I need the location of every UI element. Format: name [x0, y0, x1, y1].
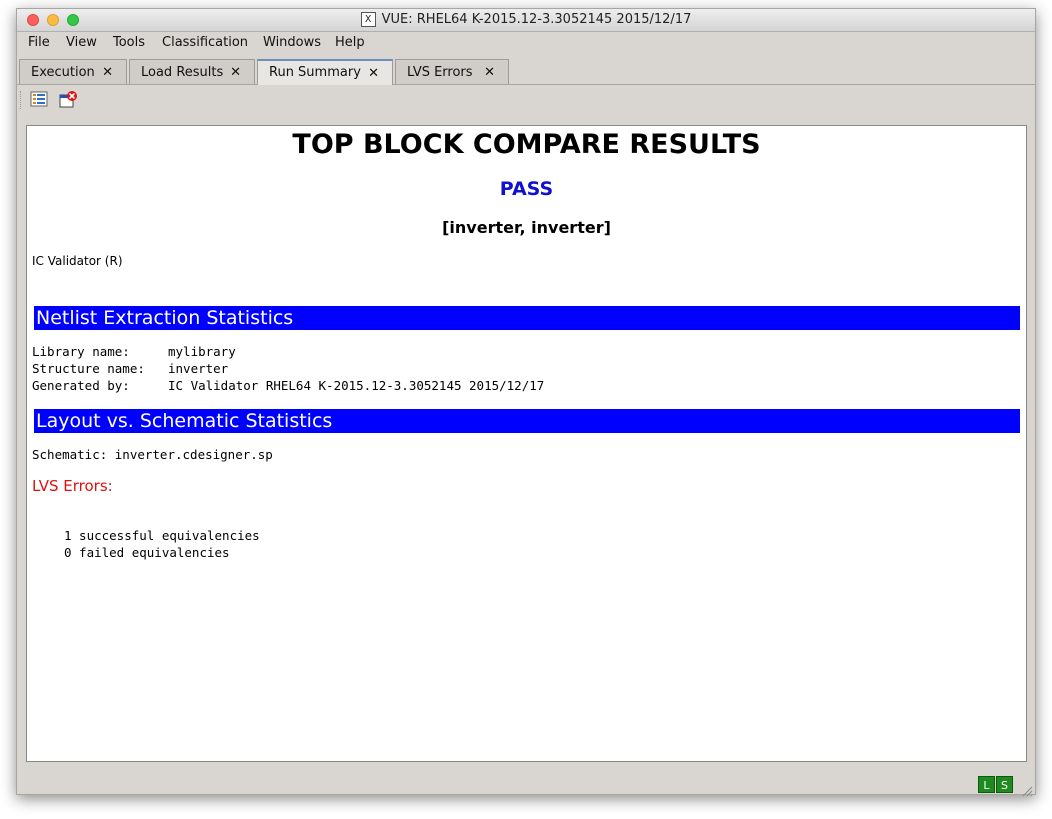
resize-grip-icon[interactable]: [1021, 782, 1033, 797]
close-icon[interactable]: ✕: [368, 66, 379, 81]
schematic-file: Schematic: inverter.cdesigner.sp: [32, 447, 273, 462]
netlist-section-heading: Netlist Extraction Statistics: [34, 306, 1020, 330]
tab-load-results[interactable]: Load Results ✕: [129, 59, 255, 84]
generated-by-value: IC Validator RHEL64 K-2015.12-3.3052145 …: [168, 378, 545, 393]
list-icon[interactable]: [30, 90, 50, 110]
tab-execution[interactable]: Execution ✕: [19, 59, 127, 84]
menu-tools[interactable]: Tools: [113, 35, 145, 50]
tab-label: Run Summary: [269, 65, 361, 80]
page-title: TOP BLOCK COMPARE RESULTS: [292, 129, 761, 160]
lvs-section-heading: Layout vs. Schematic Statistics: [34, 409, 1020, 433]
menu-classification[interactable]: Classification: [162, 35, 248, 50]
structure-name-label: Structure name:: [32, 361, 145, 376]
menu-windows[interactable]: Windows: [263, 35, 321, 50]
library-name-label: Library name:: [32, 344, 130, 359]
pass-status: PASS: [499, 178, 554, 200]
title-bar: X VUE: RHEL64 K-2015.12-3.3052145 2015/12…: [17, 9, 1035, 32]
x11-icon: X: [360, 12, 376, 27]
tab-label: LVS Errors: [407, 65, 473, 80]
structure-name-value: inverter: [168, 361, 229, 376]
tab-bar: Execution ✕ Load Results ✕ Run Summary ✕…: [17, 57, 1035, 85]
tool-name: IC Validator (R): [32, 254, 123, 268]
close-icon[interactable]: ✕: [484, 65, 495, 80]
tab-label: Execution: [31, 65, 95, 80]
status-indicator-l: L: [978, 776, 995, 793]
library-name-value: mylibrary: [168, 344, 236, 359]
menu-view[interactable]: View: [66, 35, 97, 50]
failed-equivalencies: 0 failed equivalencies: [64, 545, 230, 560]
compared-cells: [inverter, inverter]: [442, 218, 611, 237]
close-icon[interactable]: ✕: [102, 65, 113, 80]
tab-run-summary[interactable]: Run Summary ✕: [257, 59, 393, 85]
app-window: X VUE: RHEL64 K-2015.12-3.3052145 2015/12…: [16, 8, 1036, 797]
tab-label: Load Results: [141, 65, 224, 80]
toolbar: [17, 88, 1035, 112]
status-bar: L S: [17, 769, 1035, 797]
menu-bar: File View Tools Classification Windows H…: [17, 33, 1035, 55]
generated-by-label: Generated by:: [32, 378, 130, 393]
successful-equivalencies: 1 successful equivalencies: [64, 528, 260, 543]
lvs-errors-label: LVS Errors:: [32, 477, 113, 495]
window-title: VUE: RHEL64 K-2015.12-3.3052145 2015/12/…: [381, 12, 692, 27]
error-report-icon[interactable]: [58, 90, 78, 110]
window-title-wrap: X VUE: RHEL64 K-2015.12-3.3052145 2015/12…: [17, 12, 1035, 27]
run-summary-panel: TOP BLOCK COMPARE RESULTS PASS [inverter…: [26, 125, 1027, 762]
status-indicator-s: S: [996, 776, 1013, 793]
menu-file[interactable]: File: [28, 35, 50, 50]
tab-lvs-errors[interactable]: LVS Errors ✕: [395, 59, 509, 84]
toolbar-grip[interactable]: [20, 91, 24, 109]
menu-help[interactable]: Help: [335, 35, 365, 50]
close-icon[interactable]: ✕: [230, 65, 241, 80]
